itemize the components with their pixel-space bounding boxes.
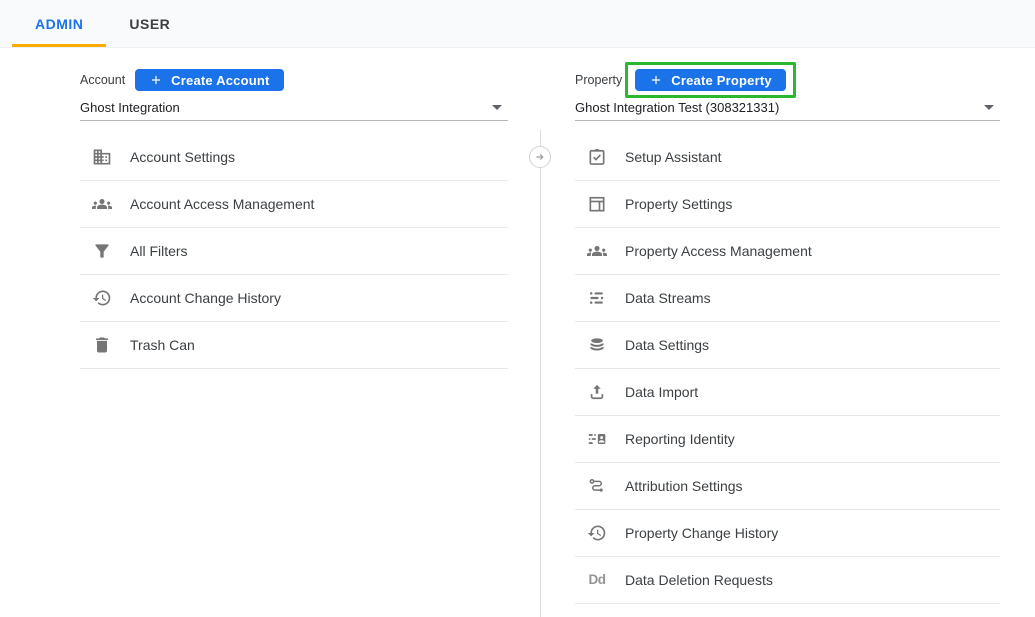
menu-item-trash-can[interactable]: Trash Can — [80, 322, 508, 369]
streams-icon — [587, 288, 607, 308]
menu-item-all-filters[interactable]: All Filters — [80, 228, 508, 275]
property-menu: Setup Assistant Property Settings Proper… — [575, 134, 1000, 604]
menu-item-label: Property Change History — [625, 525, 778, 541]
route-icon — [587, 476, 607, 496]
filter-icon — [92, 241, 112, 261]
ga-admin-page: ADMIN USER Account Create Account Ghost … — [0, 0, 1035, 617]
move-entity-arrow-button[interactable] — [529, 146, 551, 168]
menu-item-attribution-settings[interactable]: Attribution Settings — [575, 463, 1000, 510]
menu-item-label: Data Deletion Requests — [625, 572, 773, 588]
property-label: Property — [575, 73, 622, 87]
menu-item-label: Property Access Management — [625, 243, 812, 259]
menu-item-property-access-management[interactable]: Property Access Management — [575, 228, 1000, 275]
menu-item-data-settings[interactable]: Data Settings — [575, 322, 1000, 369]
menu-item-label: Trash Can — [130, 337, 195, 353]
arrow-right-circle-icon — [534, 151, 546, 163]
upload-icon — [587, 382, 607, 402]
menu-item-setup-assistant[interactable]: Setup Assistant — [575, 134, 1000, 181]
window-icon — [587, 194, 607, 214]
menu-item-label: Account Change History — [130, 290, 281, 306]
trash-icon — [92, 335, 112, 355]
property-selector-dropdown[interactable]: Ghost Integration Test (308321331) — [575, 100, 1000, 121]
menu-item-property-change-history[interactable]: Property Change History — [575, 510, 1000, 557]
account-header: Account Create Account — [80, 60, 508, 100]
dropdown-caret-icon — [984, 105, 994, 110]
menu-item-property-settings[interactable]: Property Settings — [575, 181, 1000, 228]
tab-user-label: USER — [129, 16, 170, 32]
menu-item-account-access-management[interactable]: Account Access Management — [80, 181, 508, 228]
property-selector-value: Ghost Integration Test (308321331) — [575, 100, 779, 115]
history-icon — [587, 523, 607, 543]
clipboard-check-icon — [587, 147, 607, 167]
dd-text-icon: Dd — [587, 570, 607, 590]
menu-item-label: Account Settings — [130, 149, 235, 165]
create-property-button-label: Create Property — [671, 73, 772, 88]
menu-item-data-streams[interactable]: Data Streams — [575, 275, 1000, 322]
menu-item-account-change-history[interactable]: Account Change History — [80, 275, 508, 322]
building-icon — [92, 147, 112, 167]
tab-user[interactable]: USER — [106, 0, 193, 47]
create-property-highlight-box: Create Property — [625, 62, 796, 98]
account-label: Account — [80, 73, 125, 87]
menu-item-label: Reporting Identity — [625, 431, 735, 447]
menu-item-label: All Filters — [130, 243, 188, 259]
database-icon — [587, 335, 607, 355]
account-selector-value: Ghost Integration — [80, 100, 180, 115]
identity-card-icon — [587, 429, 607, 449]
menu-item-label: Property Settings — [625, 196, 732, 212]
menu-item-data-deletion-requests[interactable]: Dd Data Deletion Requests — [575, 557, 1000, 604]
people-icon — [92, 194, 112, 214]
menu-item-label: Data Import — [625, 384, 698, 400]
create-property-button[interactable]: Create Property — [635, 69, 786, 91]
column-divider — [540, 130, 541, 617]
tab-admin[interactable]: ADMIN — [12, 0, 106, 47]
account-menu: Account Settings Account Access Manageme… — [80, 134, 508, 369]
account-column: Account Create Account Ghost Integration… — [80, 60, 508, 369]
admin-user-tabbar: ADMIN USER — [0, 0, 1035, 48]
menu-item-label: Attribution Settings — [625, 478, 743, 494]
menu-item-label: Account Access Management — [130, 196, 314, 212]
property-header: Property Create Property — [575, 60, 1000, 100]
history-icon — [92, 288, 112, 308]
plus-icon — [649, 73, 663, 87]
menu-item-account-settings[interactable]: Account Settings — [80, 134, 508, 181]
property-column: Property Create Property Ghost Integrati… — [575, 60, 1000, 604]
menu-item-label: Data Streams — [625, 290, 711, 306]
menu-item-label: Data Settings — [625, 337, 709, 353]
account-selector-dropdown[interactable]: Ghost Integration — [80, 100, 508, 121]
menu-item-reporting-identity[interactable]: Reporting Identity — [575, 416, 1000, 463]
dropdown-caret-icon — [492, 105, 502, 110]
tab-admin-label: ADMIN — [35, 16, 83, 32]
menu-item-label: Setup Assistant — [625, 149, 722, 165]
create-account-button-label: Create Account — [171, 73, 269, 88]
menu-item-data-import[interactable]: Data Import — [575, 369, 1000, 416]
plus-icon — [149, 73, 163, 87]
create-account-button[interactable]: Create Account — [135, 69, 283, 91]
people-icon — [587, 241, 607, 261]
